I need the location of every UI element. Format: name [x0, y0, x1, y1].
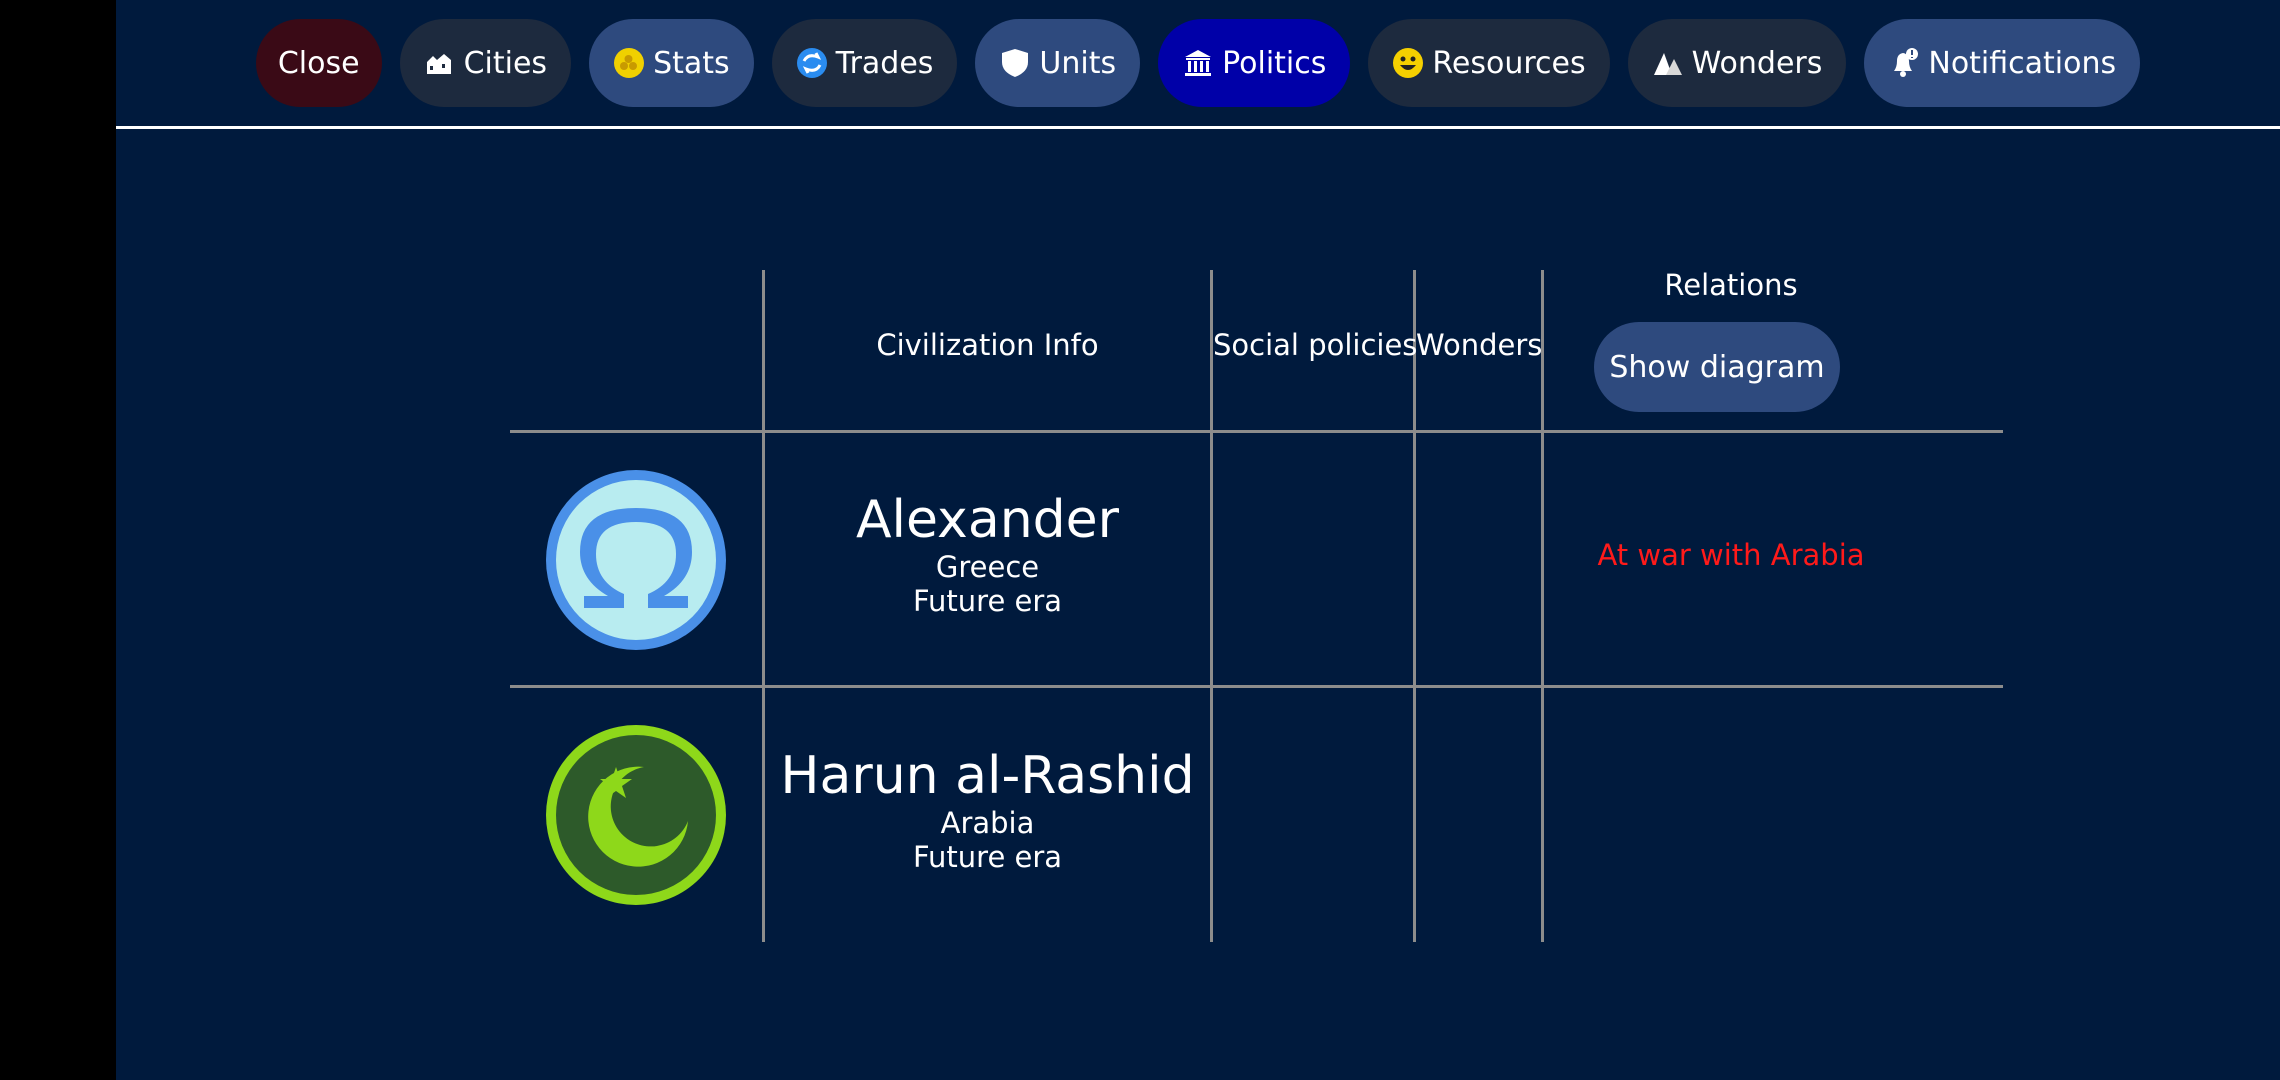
- show-diagram-button[interactable]: Show diagram: [1594, 322, 1840, 412]
- header-civilization-info: Civilization Info: [876, 328, 1099, 362]
- smiley-icon: [1392, 47, 1424, 79]
- leader-name: Alexander: [855, 490, 1120, 550]
- tab-close[interactable]: Close: [255, 19, 382, 107]
- relation-status: At war with Arabia: [1597, 538, 1865, 572]
- grid-line: [1210, 270, 1213, 942]
- grid-line: [510, 685, 2003, 688]
- tab-resources[interactable]: Resources: [1368, 19, 1610, 107]
- grid-line: [1541, 270, 1544, 942]
- politics-icon: [1182, 47, 1214, 79]
- tab-politics-label: Politics: [1222, 45, 1327, 81]
- wonders-icon: [1652, 47, 1684, 79]
- bell-icon: [1888, 47, 1920, 79]
- tab-wonders-label: Wonders: [1691, 45, 1823, 81]
- tab-trades[interactable]: Trades: [771, 19, 958, 107]
- grid-line: [1413, 270, 1416, 942]
- header-wonders: Wonders: [1416, 328, 1543, 362]
- cities-icon: [424, 47, 456, 79]
- tab-bar-divider: [116, 126, 2280, 129]
- main-panel: Close Cities Stats Trades Units Politics…: [116, 0, 2280, 1080]
- stats-icon: [613, 47, 645, 79]
- civ-era: Future era: [912, 840, 1063, 874]
- tab-notifications[interactable]: Notifications: [1864, 19, 2141, 107]
- shield-icon: [999, 47, 1031, 79]
- tab-units-label: Units: [1039, 45, 1117, 81]
- civ-name: Arabia: [940, 806, 1035, 840]
- tab-units[interactable]: Units: [975, 19, 1141, 107]
- left-black-strip: [0, 0, 116, 1080]
- header-relations: Relations: [1664, 268, 1798, 302]
- tab-close-label: Close: [277, 45, 360, 81]
- grid-line: [510, 430, 2003, 433]
- crescent-star-icon: [546, 725, 726, 909]
- omega-icon: [546, 470, 726, 654]
- civ-info-cell: Harun al-Rashid Arabia Future era: [765, 746, 1210, 874]
- tab-cities[interactable]: Cities: [399, 19, 572, 107]
- tab-wonders[interactable]: Wonders: [1627, 19, 1847, 107]
- tab-notifications-label: Notifications: [1928, 45, 2117, 81]
- overview-tab-bar: Close Cities Stats Trades Units Politics…: [116, 18, 2280, 108]
- tab-politics[interactable]: Politics: [1158, 19, 1351, 107]
- tab-resources-label: Resources: [1432, 45, 1586, 81]
- civ-era: Future era: [912, 584, 1063, 618]
- trades-icon: [796, 47, 828, 79]
- tab-cities-label: Cities: [463, 45, 548, 81]
- civ-name: Greece: [935, 550, 1040, 584]
- civ-info-cell: Alexander Greece Future era: [765, 490, 1210, 618]
- tab-trades-label: Trades: [835, 45, 934, 81]
- tab-stats[interactable]: Stats: [589, 19, 754, 107]
- header-social-policies: Social policies: [1213, 328, 1418, 362]
- leader-name: Harun al-Rashid: [780, 746, 1195, 806]
- tab-stats-label: Stats: [653, 45, 730, 81]
